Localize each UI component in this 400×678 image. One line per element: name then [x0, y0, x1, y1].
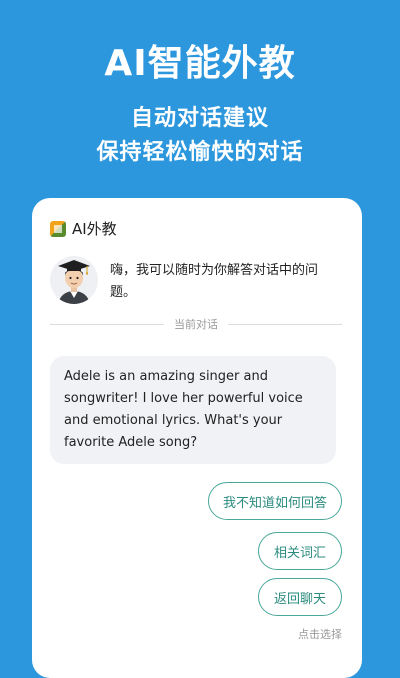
option-back-to-chat-button[interactable]: 返回聊天 — [258, 578, 342, 616]
divider-label: 当前对话 — [174, 318, 218, 331]
divider-line-right — [228, 323, 342, 325]
hero-title: AI智能外教 — [104, 43, 296, 84]
hero-subtitle-line1: 自动对话建议 — [130, 106, 269, 131]
hero-subtitle-line2: 保持轻松愉快的对话 — [96, 140, 304, 165]
tutor-avatar — [50, 256, 98, 304]
option-related-vocabulary-button[interactable]: 相关词汇 — [258, 532, 342, 570]
conversation-divider: 当前对话 — [50, 316, 342, 332]
option-dont-know-button[interactable]: 我不知道如何回答 — [208, 482, 342, 520]
card-title: AI外教 — [72, 220, 117, 238]
chat-card: AI外教 嗨，我可以随时为你解答对话中的问题。 当前对话 Adele is an… — [32, 198, 362, 678]
ai-message-bubble: Adele is an amazing singer and songwrite… — [50, 356, 336, 464]
select-hint: 点击选择 — [298, 628, 342, 641]
card-header: AI外教 — [50, 218, 117, 239]
divider-line-left — [50, 323, 164, 325]
app-logo-icon — [50, 220, 66, 237]
bot-greeting-message: 嗨，我可以随时为你解答对话中的问题。 — [110, 263, 319, 300]
